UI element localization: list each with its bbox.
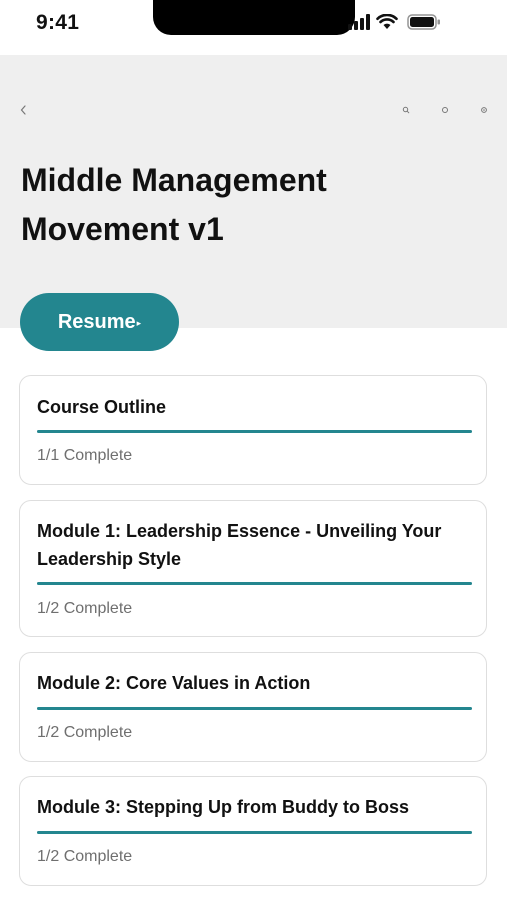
progress-bar bbox=[37, 831, 472, 834]
battery-icon bbox=[407, 14, 440, 30]
course-header: Middle Management Movement v1 bbox=[0, 55, 507, 328]
page-title: Middle Management Movement v1 bbox=[21, 162, 327, 247]
search-icon[interactable] bbox=[401, 105, 411, 115]
card-title: Course Outline bbox=[37, 397, 167, 417]
progress-fill bbox=[37, 707, 472, 710]
resume-button[interactable]: Resume ▸ bbox=[20, 293, 179, 351]
module-card[interactable]: Module 3: Stepping Up from Buddy to Boss… bbox=[19, 776, 487, 886]
status-bar: 9:41 bbox=[0, 0, 507, 55]
settings-icon[interactable] bbox=[479, 105, 489, 115]
progress-fill bbox=[37, 430, 472, 433]
card-status: 1/1 Complete bbox=[37, 447, 133, 464]
card-title: Module 2: Core Values in Action bbox=[37, 673, 311, 693]
progress-bar bbox=[37, 582, 472, 585]
card-status: 1/2 Complete bbox=[37, 600, 133, 617]
progress-fill bbox=[37, 831, 472, 834]
progress-bar bbox=[37, 707, 472, 710]
progress-fill bbox=[37, 582, 472, 585]
card-title: Module 3: Stepping Up from Buddy to Boss bbox=[37, 797, 409, 817]
resume-label: Resume bbox=[57, 310, 136, 333]
module-card[interactable]: Module 2: Core Values in Action 1/2 Comp… bbox=[19, 652, 487, 762]
signal-icon bbox=[348, 14, 370, 30]
card-status: 1/2 Complete bbox=[37, 724, 133, 741]
device-notch bbox=[153, 0, 355, 35]
wifi-icon bbox=[376, 14, 398, 29]
card-title: Module 1: Leadership Essence - Unveiling… bbox=[37, 521, 442, 569]
card-status: 1/2 Complete bbox=[37, 848, 133, 865]
module-card[interactable]: Module 1: Leadership Essence - Unveiling… bbox=[19, 500, 487, 637]
status-time: 9:41 bbox=[36, 11, 80, 34]
play-arrow-icon: ▸ bbox=[136, 317, 142, 328]
info-icon[interactable] bbox=[440, 105, 450, 115]
course-outline-card[interactable]: Course Outline 1/1 Complete bbox=[19, 375, 487, 485]
back-chevron-icon[interactable] bbox=[18, 103, 30, 117]
progress-bar bbox=[37, 430, 472, 433]
